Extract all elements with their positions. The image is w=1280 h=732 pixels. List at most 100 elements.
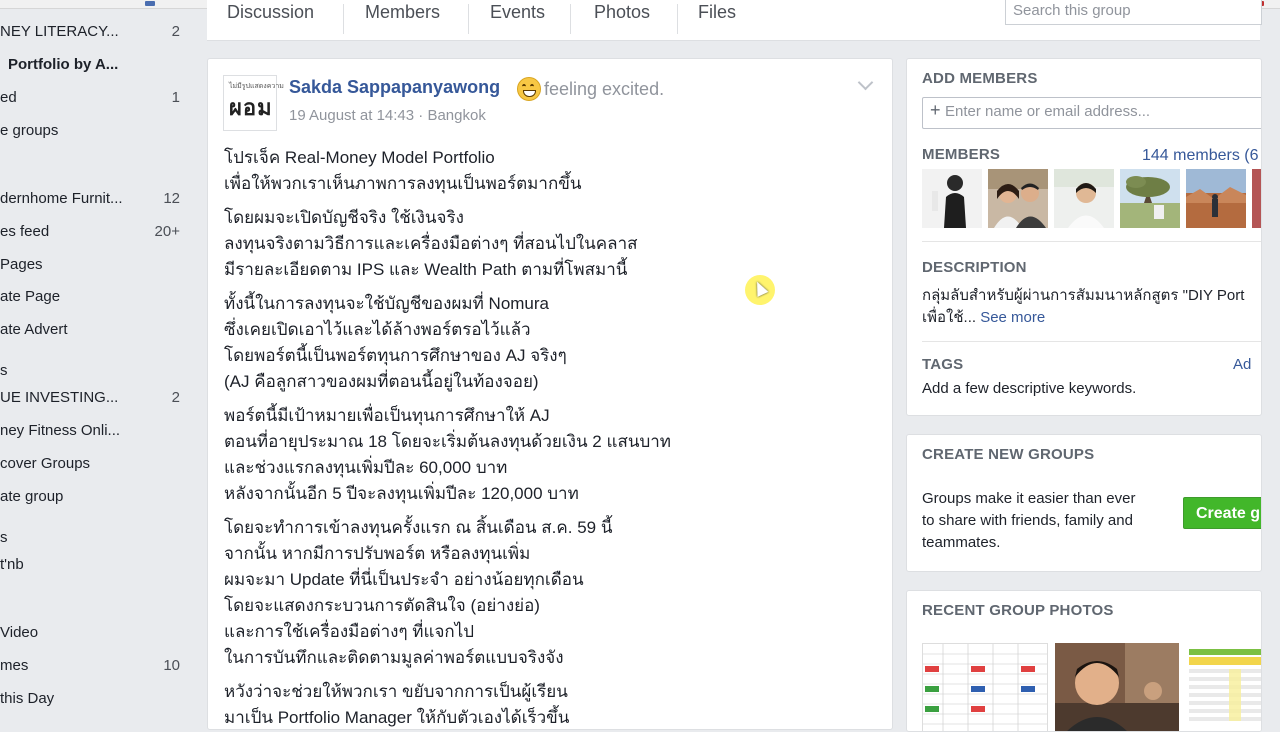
create-group-button[interactable]: Create g [1183, 497, 1261, 529]
meta-separator: · [418, 107, 424, 124]
add-members-input[interactable]: + Enter name or email address... [922, 97, 1261, 129]
post-line: มีรายละเอียดตาม IPS และ Wealth Path ตามท… [224, 260, 628, 279]
description-heading: DESCRIPTION [922, 259, 1027, 276]
sidebar-item[interactable]: mes 10 [0, 654, 192, 678]
sidebar-item-count: 12 [163, 190, 180, 207]
member-photo[interactable] [1054, 169, 1114, 228]
sidebar-item[interactable]: es feed 20+ [0, 220, 192, 244]
sidebar-item[interactable]: ate Advert [0, 318, 192, 342]
left-sidebar: NEY LITERACY... 2 Portfolio by A... ed 1 e… [0, 8, 192, 720]
sidebar-item[interactable]: UE INVESTING... 2 [0, 386, 192, 410]
sidebar-item-count: 10 [163, 657, 180, 674]
tab-divider [570, 4, 571, 34]
post-line: ทั้งนี้ในการลงทุนจะใช้บัญชีของผมที่ Nomu… [224, 294, 550, 313]
tab-discussion[interactable]: Discussion [227, 0, 314, 32]
sidebar-item[interactable]: Portfolio by A... [0, 53, 192, 77]
member-photo[interactable] [922, 169, 982, 228]
sidebar-item[interactable]: ed 1 [0, 86, 192, 110]
post-line: มาเป็น Portfolio Manager ให้กับตัวเองได้… [224, 708, 570, 727]
members-heading: MEMBERS [922, 146, 1001, 163]
post-line: และการใช้เครื่องมือต่างๆ ที่แจกไป [224, 622, 475, 641]
post-line: ซึ่งเคยเปิดเอาไว้และได้ล้างพอร์ตรอไว้แล้… [224, 320, 531, 339]
sidebar-item[interactable]: ate group [0, 485, 192, 509]
post-line: ลงทุนจริงตามวิธีการและเครื่องมือต่างๆ ที… [224, 234, 638, 253]
post-date-link[interactable]: 19 August at 14:43 [289, 107, 414, 124]
group-tab-bar: Discussion Members Events Photos Files S… [207, 0, 1262, 41]
excited-emoji-icon [517, 77, 541, 101]
post-line: ตอนที่อายุประมาณ 18 โดยจะเริ่มต้นลงทุนด้… [224, 432, 671, 451]
panel-divider [922, 241, 1261, 242]
add-members-placeholder: Enter name or email address... [945, 103, 1151, 120]
see-more-link[interactable]: See more [980, 309, 1045, 326]
post-line: จากนั้น หากมีการปรับพอร์ต หรือลงทุนเพิ่ม [224, 544, 531, 563]
search-group-input[interactable]: Search this group [1005, 0, 1262, 25]
member-photo[interactable] [1120, 169, 1180, 228]
tab-files[interactable]: Files [698, 0, 736, 32]
post-paragraph: โดยจะทำการเข้าลงทุนครั้งแรก ณ สิ้นเดือน … [224, 515, 874, 671]
search-placeholder: Search this group [1013, 2, 1131, 19]
sidebar-item[interactable]: t'nb [0, 553, 192, 577]
recent-photo-table[interactable] [1189, 643, 1261, 731]
sidebar-item-label: s [0, 529, 8, 546]
sidebar-item[interactable]: NEY LITERACY... 2 [0, 20, 192, 44]
sidebar-item[interactable]: e groups [0, 119, 192, 143]
post-line: โดยผมจะเปิดบัญชีจริง ใช้เงินจริง [224, 208, 464, 227]
sidebar-item-label: t'nb [0, 556, 24, 573]
create-groups-text: teammates. [922, 534, 1001, 551]
recent-photo-person[interactable] [1055, 643, 1179, 731]
sidebar-item[interactable]: ney Fitness Onli... [0, 419, 192, 443]
description-text-line2: เพื่อใช้... See more [922, 305, 1045, 329]
post-location-link[interactable]: Bangkok [427, 107, 485, 124]
post-line: หวังว่าจะช่วยให้พวกเรา ขยับจากการเป็นผู้… [224, 682, 568, 701]
sidebar-item-label: ed [0, 89, 17, 106]
sidebar-item-label: e groups [0, 122, 59, 139]
sidebar-item-label: ate Advert [0, 321, 68, 338]
chevron-down-icon[interactable] [857, 74, 874, 91]
tab-divider [468, 4, 469, 34]
avatar[interactable]: ไม่มีรูปแสดงความ ผอม [223, 75, 284, 131]
tab-divider [343, 4, 344, 34]
sidebar-item-label: ate group [0, 488, 64, 505]
sidebar-section-heading: s [0, 526, 192, 550]
sidebar-item[interactable]: dernhome Furnit... 12 [0, 187, 192, 211]
post-line: (AJ คือลูกสาวของผมที่ตอนนี้อยู่ในท้องจอย… [224, 372, 539, 391]
bookmark-icon[interactable] [145, 1, 155, 6]
tab-members[interactable]: Members [365, 0, 440, 32]
group-post: ไม่มีรูปแสดงความ ผอม Sakda Sappapanyawon… [207, 58, 893, 730]
description-text: เพื่อใช้... [922, 309, 977, 326]
member-photo[interactable] [1252, 169, 1261, 228]
tab-events[interactable]: Events [490, 0, 545, 32]
sidebar-item[interactable]: ate Page [0, 285, 192, 309]
avatar-text: ผอม [229, 95, 273, 120]
member-photo[interactable] [988, 169, 1048, 228]
tags-text: Add a few descriptive keywords. [922, 380, 1137, 397]
sidebar-item[interactable]: Pages [0, 253, 192, 277]
post-line: โดยพอร์ตนี้เป็นพอร์ตทุนการศึกษาของ AJ จร… [224, 346, 567, 365]
sidebar-item[interactable]: Video [0, 621, 192, 645]
create-groups-text: Groups make it easier than ever [922, 490, 1136, 507]
sidebar-item-label: Pages [0, 256, 43, 273]
sidebar-item[interactable]: cover Groups [0, 452, 192, 476]
sidebar-item-label: dernhome Furnit... [0, 190, 123, 207]
create-groups-panel: CREATE NEW GROUPS Groups make it easier … [906, 434, 1262, 572]
sidebar-item-label: ate Page [0, 288, 61, 305]
members-count-link[interactable]: 144 members (6 [1142, 147, 1259, 165]
post-author-link[interactable]: Sakda Sappapanyawong [289, 77, 500, 98]
post-paragraph: โปรเจ็ค Real-Money Model Portfolio เพื่อ… [224, 145, 874, 197]
sidebar-item-label: Portfolio by A... [8, 56, 119, 73]
member-photo[interactable] [1186, 169, 1246, 228]
post-line: พอร์ตนี้มีเป้าหมายเพื่อเป็นทุนการศึกษาให… [224, 406, 550, 425]
sidebar-item-label: s [0, 362, 8, 379]
tab-photos[interactable]: Photos [594, 0, 650, 32]
sidebar-item-count: 2 [171, 23, 180, 40]
add-tags-link[interactable]: Ad [1233, 356, 1251, 373]
recent-photo-spreadsheet[interactable] [922, 643, 1048, 731]
sidebar-item[interactable]: this Day [0, 687, 192, 711]
post-line: เพื่อให้พวกเราเห็นภาพการลงทุนเป็นพอร์ตมา… [224, 174, 582, 193]
recent-photos-panel: RECENT GROUP PHOTOS [906, 590, 1262, 732]
sidebar-section-heading: s [0, 359, 192, 383]
sidebar-item-label: NEY LITERACY... [0, 23, 119, 40]
post-body: โปรเจ็ค Real-Money Model Portfolio เพื่อ… [224, 145, 874, 729]
sidebar-item-count: 20+ [154, 223, 180, 240]
post-line: โดยจะแสดงกระบวนการตัดสินใจ (อย่างย่อ) [224, 596, 540, 615]
